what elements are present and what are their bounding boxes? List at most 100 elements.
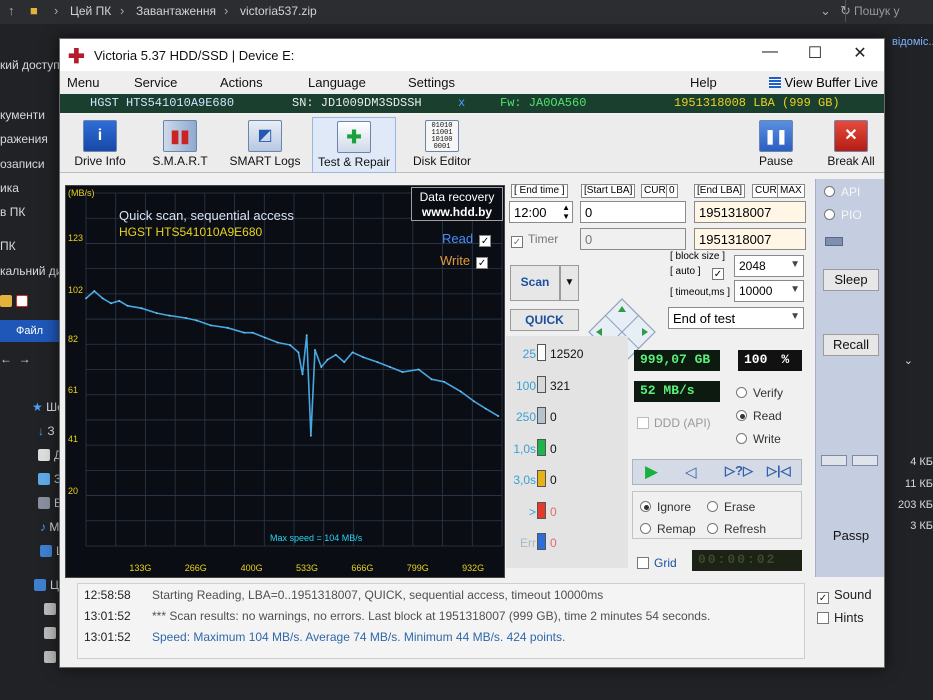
pio-radio[interactable]: PIO <box>824 208 862 222</box>
end-time-input[interactable]: 12:00 ▲ ▼ <box>509 201 573 223</box>
rewind-icon[interactable]: ◁ <box>685 463 697 481</box>
block-size-select[interactable]: 2048 ▼ <box>734 255 804 277</box>
menu-service[interactable]: Service <box>134 75 177 90</box>
read-speed-point <box>226 326 229 329</box>
scan-dropdown-icon[interactable]: ▼ <box>560 265 579 301</box>
breadcrumb-this-pc[interactable]: Цей ПК <box>70 4 111 18</box>
write-legend[interactable]: Write ✓ <box>440 253 489 269</box>
menu-settings[interactable]: Settings <box>408 75 455 90</box>
timeout-select[interactable]: 10000 ▼ <box>734 280 804 302</box>
erase-radio[interactable]: Erase <box>707 500 755 514</box>
passp-button[interactable]: Passp <box>823 525 879 547</box>
minimize-icon[interactable]: — <box>750 43 790 67</box>
title-bar[interactable]: ✚ Victoria 5.37 HDD/SSD | Device E: — ☐ … <box>60 39 884 71</box>
maximize-icon[interactable]: ☐ <box>795 43 835 67</box>
sleep-button[interactable]: Sleep <box>823 269 879 291</box>
write-checkbox[interactable]: ✓ <box>476 257 489 269</box>
victoria-window: ✚ Victoria 5.37 HDD/SSD | Device E: — ☐ … <box>59 38 885 668</box>
read-speed-point <box>126 304 129 307</box>
breadcrumb-zip[interactable]: victoria537.zip <box>240 4 317 18</box>
remap-radio[interactable]: Remap <box>640 522 696 536</box>
tree-item[interactable]: ♪ М <box>40 520 59 534</box>
explorer-hint: відоміс.. <box>892 36 933 48</box>
end-cur-button[interactable]: CUR <box>752 184 780 198</box>
file-size: 4 КБ <box>910 456 933 468</box>
data-recovery-banner[interactable]: Data recovery www.hdd.by <box>411 187 503 221</box>
grid-checkbox[interactable]: Grid <box>637 556 677 570</box>
sidebar-item[interactable]: в ПК <box>0 205 25 219</box>
smart-logs-button[interactable]: ◩ SMART Logs <box>223 117 307 173</box>
logs-icon: ◩ <box>248 120 282 152</box>
disk-editor-button[interactable]: 01010 11001 10100 0001 Disk Editor <box>402 117 482 173</box>
hints-checkbox[interactable]: Hints <box>817 610 864 625</box>
play-icon[interactable]: ▶ <box>645 462 658 482</box>
ignore-radio[interactable]: Ignore <box>640 500 691 514</box>
auto-checkbox[interactable]: ✓ <box>712 268 724 280</box>
latency-label: Err <box>520 536 536 550</box>
menu-menu[interactable]: Menu <box>67 75 100 90</box>
spin-icon[interactable]: ▲ ▼ <box>562 203 570 221</box>
ddd-api-checkbox[interactable]: DDD (API) <box>637 416 711 430</box>
nav-arrows[interactable]: ← → <box>0 352 31 366</box>
start-lba-input[interactable]: 0 <box>580 201 686 223</box>
quick-button[interactable]: QUICK <box>510 309 579 331</box>
file-menu-button[interactable]: Файл <box>0 320 60 342</box>
breadcrumb-downloads[interactable]: Завантаження <box>136 4 216 18</box>
scan-button[interactable]: Scan <box>510 265 560 301</box>
sidebar-item[interactable]: ика <box>0 181 19 195</box>
end-max-button[interactable]: MAX <box>777 184 805 198</box>
sidebar-item[interactable]: кументи <box>0 108 45 122</box>
close-icon[interactable]: ✕ <box>840 43 880 67</box>
test-repair-button[interactable]: ✚ Test & Repair <box>312 117 396 173</box>
latency-count: 0 <box>550 536 557 550</box>
menu-language[interactable]: Language <box>308 75 366 90</box>
read-speed-point <box>334 353 337 356</box>
sidebar-item[interactable]: кий доступ <box>0 58 60 72</box>
menu-actions[interactable]: Actions <box>220 75 263 90</box>
app-icon: ✚ <box>68 46 85 68</box>
smart-icon: ▮▮ <box>163 120 197 152</box>
end-of-test-select[interactable]: End of test ▼ <box>668 307 804 329</box>
break-all-button[interactable]: ✕ Break All <box>818 117 884 173</box>
timer-lba-input[interactable]: 0 <box>580 228 686 250</box>
start-cur-button[interactable]: CUR <box>641 184 669 198</box>
document-icon <box>38 449 50 461</box>
verify-radio[interactable]: Verify <box>736 386 783 400</box>
timer-checkbox[interactable]: ✓ Timer <box>511 232 558 248</box>
sidebar-item[interactable]: озаписи <box>0 157 45 171</box>
explorer-address-bar[interactable]: ↑ ■ › Цей ПК › Завантаження › victoria53… <box>0 0 933 24</box>
start-lba-label: [Start LBA] <box>581 184 636 198</box>
sidebar-item[interactable]: ражения <box>0 132 48 146</box>
chevron-right-icon: › <box>54 3 59 18</box>
end-lba-input[interactable]: 1951318007 <box>694 201 806 223</box>
expand-icon[interactable]: ⌄ <box>904 354 913 367</box>
recovery-line2: www.hdd.by <box>421 205 493 219</box>
read-legend[interactable]: Read ✓ <box>442 231 492 247</box>
refresh-radio[interactable]: Refresh <box>707 522 766 536</box>
read-checkbox[interactable]: ✓ <box>479 235 492 247</box>
read-speed-point <box>314 348 316 351</box>
end-lba-input-2[interactable]: 1951318007 <box>694 228 806 250</box>
tree-item[interactable]: ↓ З <box>38 424 55 438</box>
api-radio[interactable]: API <box>824 185 860 199</box>
drive-info-button[interactable]: i Drive Info <box>62 117 138 173</box>
sidebar-item[interactable]: ПК <box>0 239 16 253</box>
end-icon[interactable]: ▷|◁ <box>767 463 791 479</box>
pause-button[interactable]: ❚❚ Pause <box>744 117 808 173</box>
menu-bar: Menu Service Actions Language Settings H… <box>60 72 884 94</box>
tree-item[interactable]: З <box>38 472 61 486</box>
read-radio[interactable]: Read <box>736 409 782 423</box>
read-speed-point <box>243 331 246 334</box>
skip-icon[interactable]: ▷?▷ <box>725 463 753 479</box>
recall-button[interactable]: Recall <box>823 334 879 356</box>
menu-help[interactable]: Help <box>690 75 717 90</box>
sound-checkbox[interactable]: ✓ Sound <box>817 587 872 604</box>
write-radio[interactable]: Write <box>736 432 781 446</box>
view-buffer-live[interactable]: View Buffer Live <box>768 75 878 90</box>
read-speed-point <box>443 380 446 383</box>
smart-button[interactable]: ▮▮ S.M.A.R.T <box>142 117 218 173</box>
latency-count: 0 <box>550 504 557 519</box>
chevron-down-icon[interactable]: ⌄ <box>820 3 831 19</box>
up-arrow-icon[interactable]: ↑ <box>8 3 15 18</box>
picture-icon <box>38 473 50 485</box>
